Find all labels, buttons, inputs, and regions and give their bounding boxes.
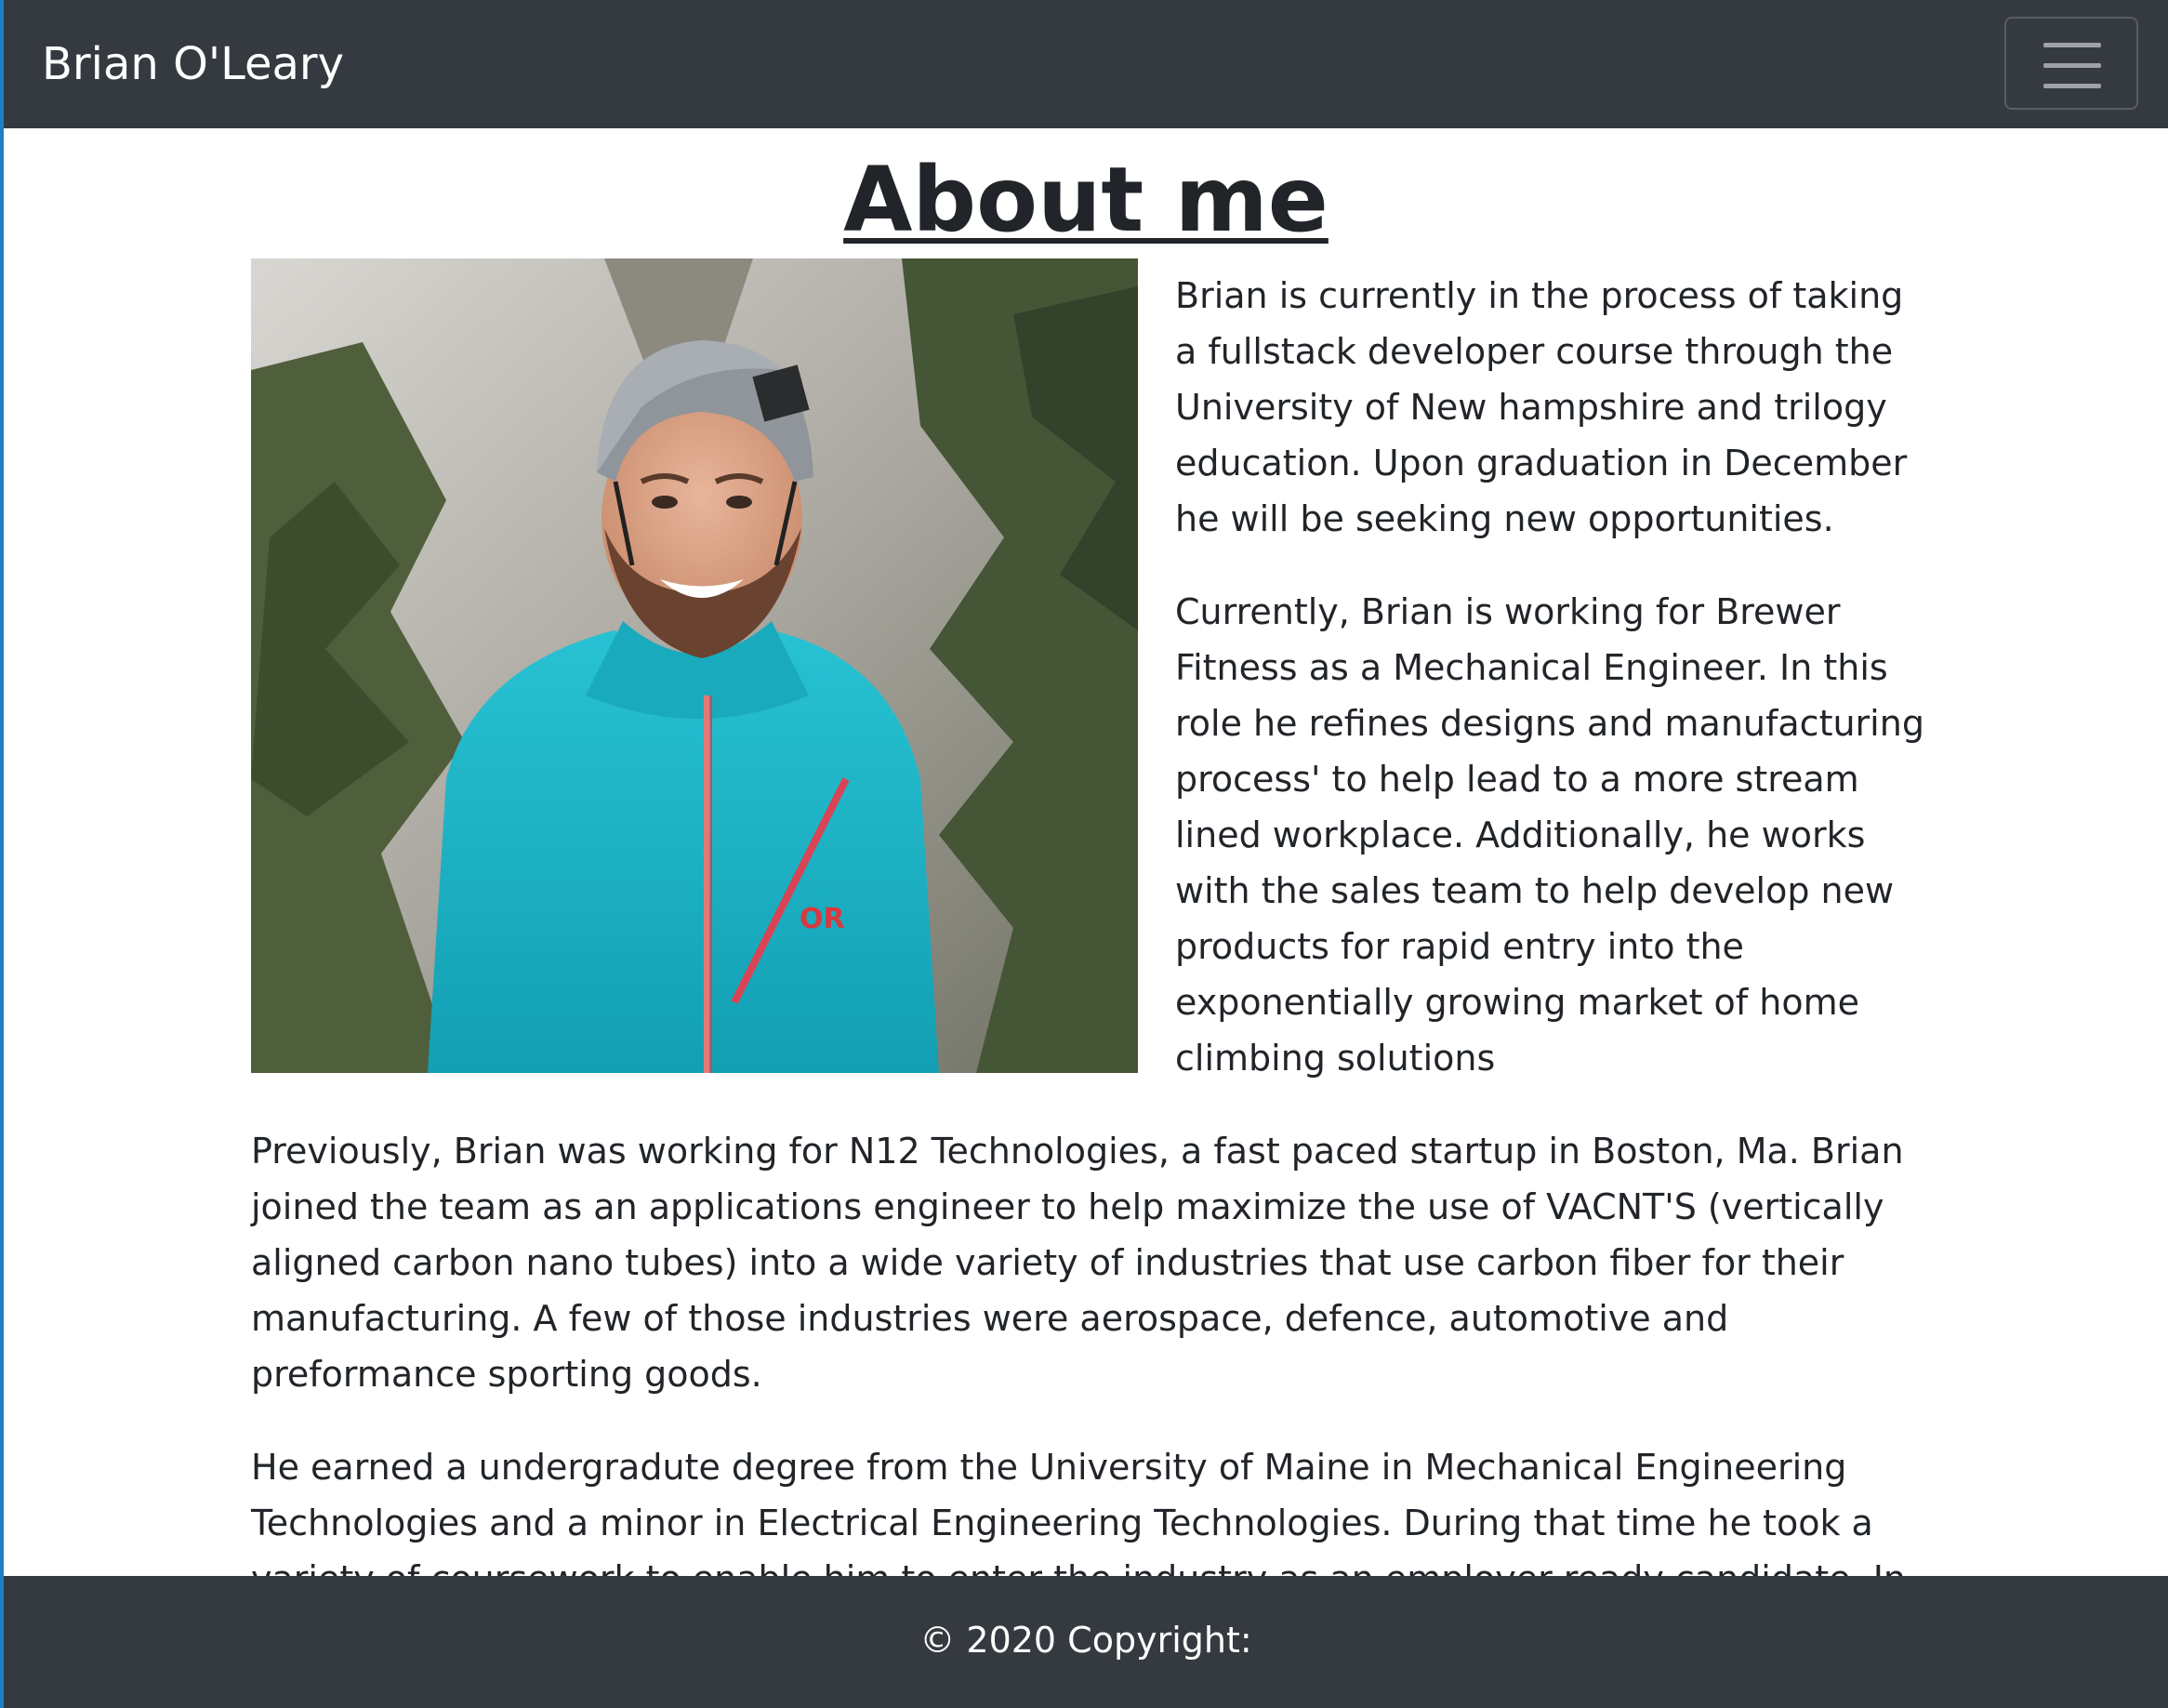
hamburger-menu-icon xyxy=(2043,43,2101,47)
about-paragraph: He earned a undergradute degree from the… xyxy=(251,1447,1906,1576)
hamburger-menu-icon xyxy=(2043,84,2101,88)
navbar: Brian O'Leary xyxy=(4,0,2168,128)
hamburger-menu-icon xyxy=(2043,63,2101,68)
copyright-text: © 2020 Copyright: xyxy=(919,1620,1252,1661)
profile-photo: OR xyxy=(251,258,1138,1073)
navbar-brand[interactable]: Brian O'Leary xyxy=(42,33,344,95)
footer: © 2020 Copyright: xyxy=(4,1576,2168,1708)
hamburger-menu-button[interactable] xyxy=(2004,17,2138,110)
svg-text:OR: OR xyxy=(800,903,845,935)
about-content: OR Brian is currently in the process of … xyxy=(251,258,1924,1576)
about-paragraph: Previously, Brian was working for N12 Te… xyxy=(251,1131,1904,1395)
page-title: About me xyxy=(843,148,1329,252)
main-content: About me OR Brian is currently in the pr… xyxy=(4,128,2168,1576)
